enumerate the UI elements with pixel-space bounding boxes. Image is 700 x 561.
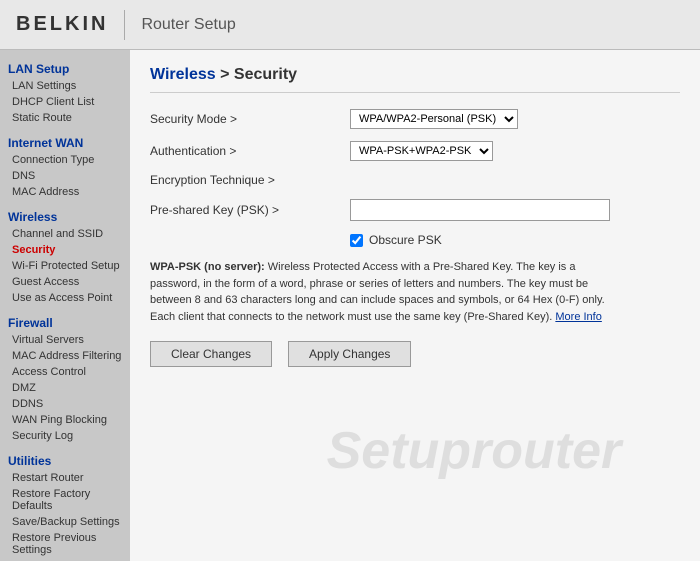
sidebar-item[interactable]: Channel and SSID [0,226,130,242]
page-title: Wireless > Security [150,66,680,93]
header-divider [124,10,125,40]
sidebar-item[interactable]: Security [0,242,130,258]
sidebar-item[interactable]: LAN Settings [0,78,130,94]
more-info-link[interactable]: More Info [555,311,601,323]
sidebar-item[interactable]: Static Route [0,110,130,126]
clear-changes-button[interactable]: Clear Changes [150,341,272,367]
sidebar-item[interactable]: Connection Type [0,152,130,168]
sidebar-item[interactable]: Use as Access Point [0,290,130,306]
authentication-label: Authentication > [150,144,350,158]
security-mode-select[interactable]: WPA/WPA2-Personal (PSK)WEPWPA-Personal (… [350,109,518,129]
sidebar-section-title: LAN Setup [0,56,130,78]
psk-row: Pre-shared Key (PSK) > [150,199,680,221]
authentication-select[interactable]: WPA-PSK+WPA2-PSKWPA-PSKWPA2-PSK [350,141,493,161]
button-row: Clear Changes Apply Changes [150,341,680,367]
encryption-label: Encryption Technique > [150,173,350,187]
breadcrumb-wireless[interactable]: Wireless [150,66,216,83]
sidebar-item[interactable]: DMZ [0,380,130,396]
sidebar-section-title: Utilities [0,448,130,470]
psk-control [350,199,680,221]
sidebar: LAN SetupLAN SettingsDHCP Client ListSta… [0,50,130,561]
obscure-psk-label: Obscure PSK [369,233,442,247]
sidebar-item[interactable]: Access Control [0,364,130,380]
security-mode-row: Security Mode > WPA/WPA2-Personal (PSK)W… [150,109,680,129]
authentication-row: Authentication > WPA-PSK+WPA2-PSKWPA-PSK… [150,141,680,161]
sidebar-section-title: Internet WAN [0,130,130,152]
header-title: Router Setup [141,16,235,34]
sidebar-item[interactable]: Restore Previous Settings [0,530,130,558]
layout: LAN SetupLAN SettingsDHCP Client ListSta… [0,50,700,561]
sidebar-item[interactable]: DHCP Client List [0,94,130,110]
psk-input[interactable] [350,199,610,221]
sidebar-section-title: Firewall [0,310,130,332]
sidebar-item[interactable]: Wi-Fi Protected Setup [0,258,130,274]
sidebar-item[interactable]: WAN Ping Blocking [0,412,130,428]
description-text: WPA-PSK (no server): Wireless Protected … [150,259,610,325]
psk-label: Pre-shared Key (PSK) > [150,203,350,217]
sidebar-item[interactable]: Save/Backup Settings [0,514,130,530]
header: BELKIN Router Setup [0,0,700,50]
obscure-psk-checkbox[interactable] [350,234,363,247]
security-mode-label: Security Mode > [150,112,350,126]
sidebar-item[interactable]: MAC Address Filtering [0,348,130,364]
security-mode-control: WPA/WPA2-Personal (PSK)WEPWPA-Personal (… [350,109,680,129]
description-bold: WPA-PSK (no server): [150,261,265,273]
sidebar-section-title: Wireless [0,204,130,226]
sidebar-item[interactable]: Restore Factory Defaults [0,486,130,514]
sidebar-item[interactable]: DDNS [0,396,130,412]
encryption-row: Encryption Technique > [150,173,680,187]
obscure-psk-row: Obscure PSK [350,233,680,247]
sidebar-item[interactable]: Security Log [0,428,130,444]
sidebar-item[interactable]: MAC Address [0,184,130,200]
sidebar-item[interactable]: Guest Access [0,274,130,290]
sidebar-item[interactable]: Virtual Servers [0,332,130,348]
breadcrumb-security: Security [234,66,297,83]
apply-changes-button[interactable]: Apply Changes [288,341,411,367]
main-content: Wireless > Security Security Mode > WPA/… [130,50,700,561]
sidebar-item[interactable]: Restart Router [0,470,130,486]
authentication-control: WPA-PSK+WPA2-PSKWPA-PSKWPA2-PSK [350,141,680,161]
breadcrumb-sep: > [216,66,234,83]
sidebar-item[interactable]: DNS [0,168,130,184]
brand-logo: BELKIN [16,13,108,36]
watermark: Setuprouter [327,421,622,481]
